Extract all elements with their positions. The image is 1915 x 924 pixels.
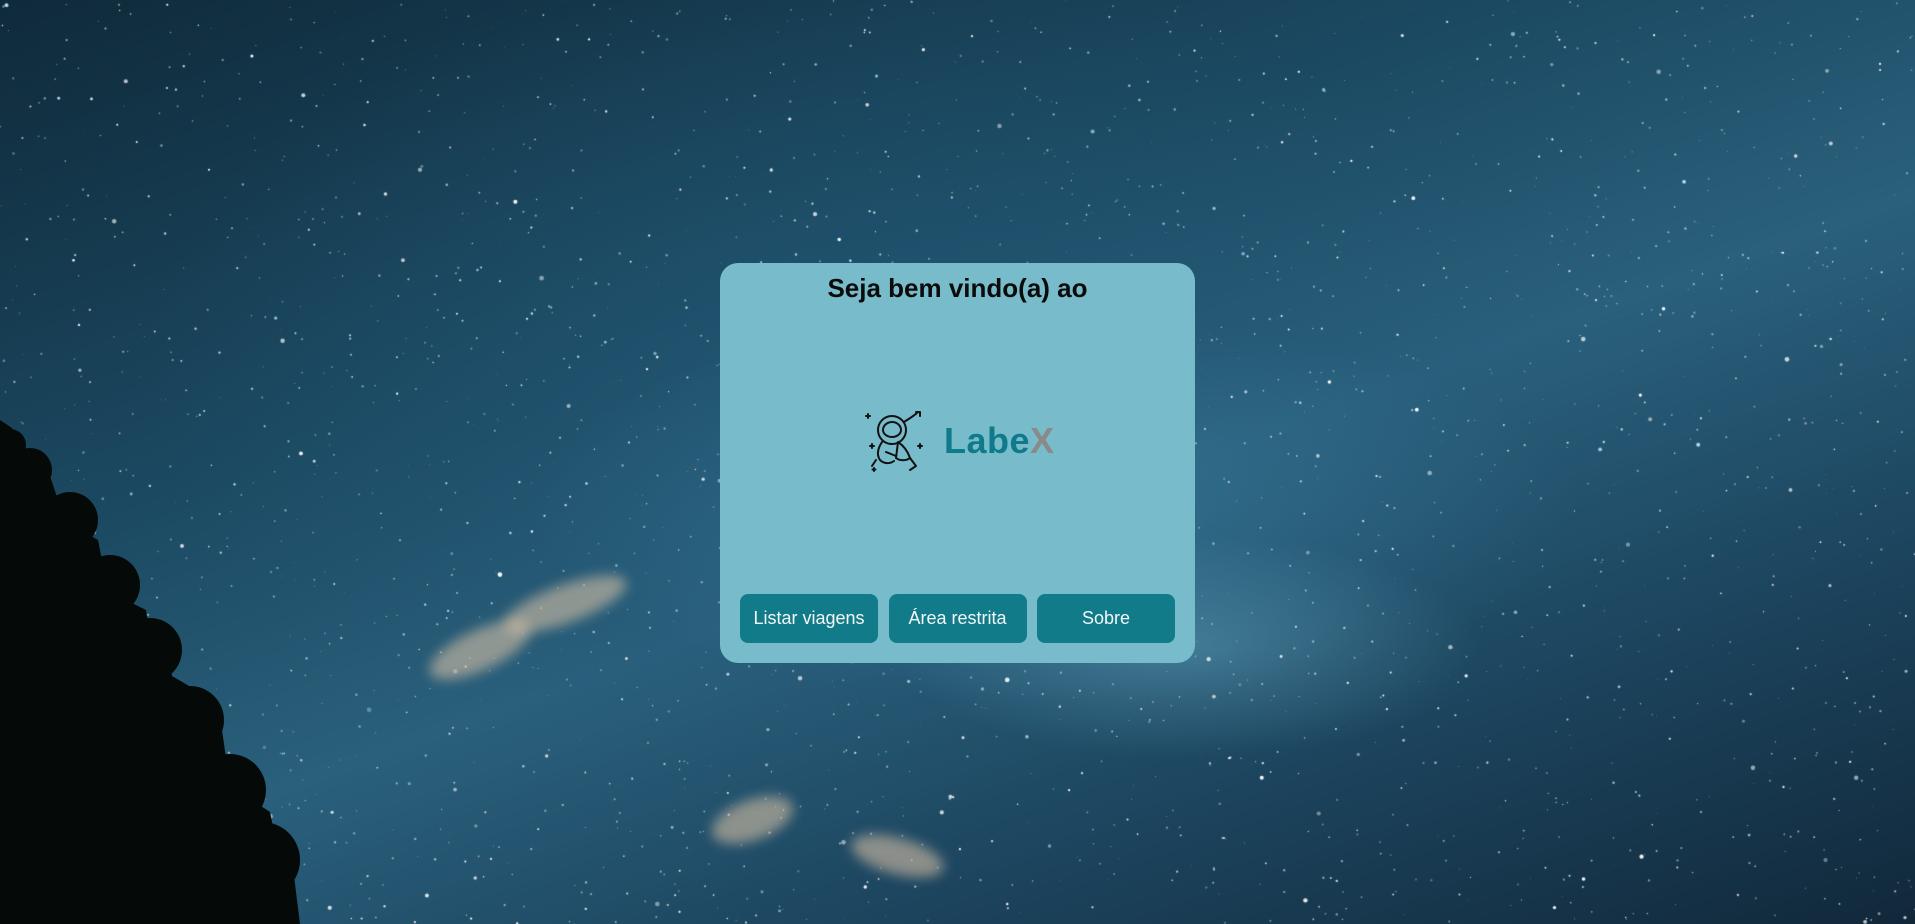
about-button[interactable]: Sobre bbox=[1037, 594, 1175, 643]
logo-text-x: X bbox=[1030, 420, 1055, 461]
labex-logo-text: LabeX bbox=[944, 420, 1055, 462]
astronaut-icon bbox=[865, 411, 923, 472]
restricted-area-button[interactable]: Área restrita bbox=[888, 594, 1027, 643]
labex-logo: LabeX bbox=[862, 408, 1055, 474]
nav-buttons: Listar viagens Área restrita Sobre bbox=[740, 594, 1175, 643]
logo-text-labe: Labe bbox=[944, 420, 1031, 461]
welcome-title: Seja bem vindo(a) ao bbox=[827, 273, 1088, 303]
list-trips-button[interactable]: Listar viagens bbox=[740, 594, 878, 643]
welcome-card: Seja bem vindo(a) ao LabeX Listar viagen bbox=[720, 263, 1195, 663]
